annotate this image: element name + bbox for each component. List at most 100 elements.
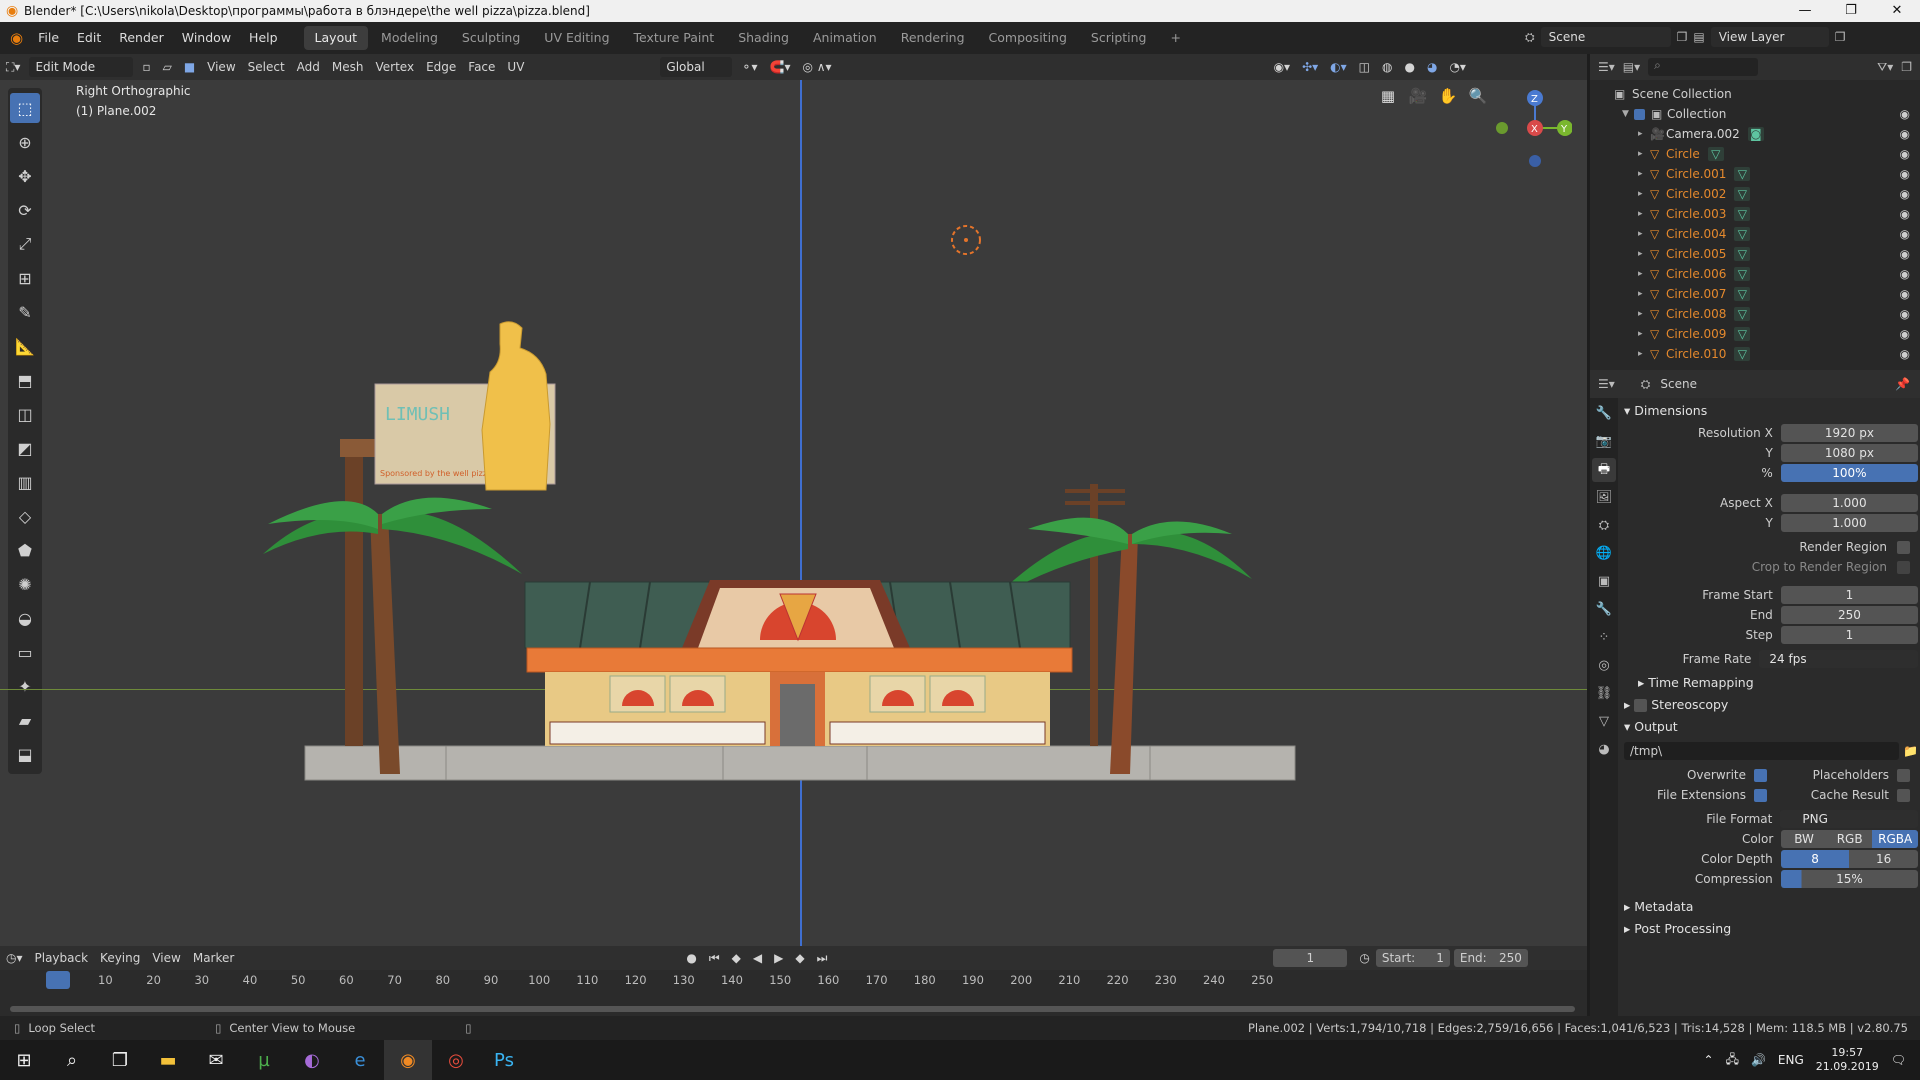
menu-select[interactable]: Select bbox=[242, 54, 291, 80]
properties-type-icon[interactable]: ☰▾ bbox=[1598, 377, 1615, 391]
view-layer-selector[interactable]: View Layer bbox=[1710, 27, 1829, 47]
resolution-x-field[interactable]: 1920 px bbox=[1780, 424, 1918, 442]
timeline-scrollbar[interactable] bbox=[10, 1006, 1575, 1012]
visibility-eye-icon[interactable]: ◉ bbox=[1900, 127, 1910, 141]
windows-start-icon[interactable]: ⊞ bbox=[0, 1040, 48, 1080]
pin-icon[interactable]: 📌 bbox=[1895, 377, 1910, 391]
jump-end-icon[interactable]: ⏭ bbox=[811, 945, 834, 971]
bevel-icon[interactable]: ◩ bbox=[10, 433, 40, 463]
post-processing-panel-header[interactable]: ▸ Post Processing bbox=[1624, 918, 1918, 940]
playhead[interactable] bbox=[46, 971, 70, 989]
visibility-eye-icon[interactable]: ◉ bbox=[1900, 147, 1910, 161]
expand-arrow-icon[interactable]: ▼ bbox=[1622, 109, 1634, 119]
view-layer-tab-icon[interactable]: 🖼 bbox=[1592, 486, 1616, 510]
expand-arrow-icon[interactable]: ▸ bbox=[1638, 329, 1650, 339]
display-mode-icon[interactable]: ▤▾ bbox=[1623, 60, 1640, 74]
outliner-item[interactable]: ▸ ▽ Circle.001 ▽ ◉ bbox=[1614, 164, 1920, 184]
proportional-edit-icon[interactable]: ◎ ∧▾ bbox=[796, 54, 837, 80]
resolution-y-field[interactable]: 1080 px bbox=[1780, 444, 1918, 462]
shrink-fatten-icon[interactable]: ✦ bbox=[10, 671, 40, 701]
depth-8-button[interactable]: 8 bbox=[1780, 850, 1850, 868]
timeline-ruler[interactable]: 1102030405060708090100110120130140150160… bbox=[0, 970, 1587, 990]
outliner-type-icon[interactable]: ☰▾ bbox=[1598, 60, 1615, 74]
timeline-type-icon[interactable]: ◷▾ bbox=[0, 945, 29, 971]
tab-scripting[interactable]: Scripting bbox=[1080, 26, 1158, 50]
expand-arrow-icon[interactable]: ▸ bbox=[1638, 169, 1650, 179]
scene-collection-row[interactable]: ▣ Scene Collection bbox=[1614, 84, 1920, 104]
face-select-icon[interactable]: ■ bbox=[178, 54, 201, 80]
cache-result-checkbox[interactable] bbox=[1897, 788, 1910, 802]
color-rgb-button[interactable]: RGB bbox=[1826, 830, 1873, 848]
jump-start-icon[interactable]: ⏮ bbox=[703, 945, 726, 971]
mesh-data-icon[interactable]: ▽ bbox=[1734, 287, 1751, 301]
material-shading-icon[interactable]: ◕ bbox=[1421, 54, 1443, 80]
select-box-icon[interactable]: ⬚ bbox=[10, 93, 40, 123]
transform-icon[interactable]: ⊞ bbox=[10, 263, 40, 293]
menu-render[interactable]: Render bbox=[110, 22, 173, 54]
rendered-shading-icon[interactable]: ◔▾ bbox=[1443, 54, 1472, 80]
material-tab-icon[interactable]: ◕ bbox=[1592, 738, 1616, 762]
task-view-icon[interactable]: ❐ bbox=[96, 1040, 144, 1080]
outliner-item[interactable]: ▸ ▽ Circle.003 ▽ ◉ bbox=[1614, 204, 1920, 224]
scene-selector[interactable]: Scene bbox=[1540, 27, 1671, 47]
chrome-icon[interactable]: ◎ bbox=[432, 1040, 480, 1080]
scale-icon[interactable]: ⤢ bbox=[10, 229, 40, 259]
neg-z-axis-icon[interactable] bbox=[1529, 155, 1541, 167]
network-icon[interactable]: 🖧 bbox=[1726, 1050, 1739, 1071]
next-keyframe-icon[interactable]: ◆ bbox=[789, 945, 810, 971]
expand-arrow-icon[interactable]: ▸ bbox=[1638, 249, 1650, 259]
output-tab-icon[interactable]: 🖶 bbox=[1592, 458, 1616, 482]
mode-selector[interactable]: Edit Mode bbox=[29, 57, 134, 77]
expand-arrow-icon[interactable]: ▸ bbox=[1638, 269, 1650, 279]
mesh-data-icon[interactable]: ▽ bbox=[1707, 147, 1724, 161]
physics-tab-icon[interactable]: ◎ bbox=[1592, 654, 1616, 678]
tab-compositing[interactable]: Compositing bbox=[978, 26, 1078, 50]
play-reverse-icon[interactable]: ◀ bbox=[747, 945, 768, 971]
clock[interactable]: 19:57 21.09.2019 bbox=[1816, 1046, 1879, 1074]
outliner-item[interactable]: ▸ 🎥 Camera.002 ◙ ◉ bbox=[1614, 124, 1920, 144]
expand-arrow-icon[interactable]: ▸ bbox=[1638, 229, 1650, 239]
menu-uv[interactable]: UV bbox=[501, 54, 530, 80]
visibility-eye-icon[interactable]: ◉ bbox=[1900, 167, 1910, 181]
maximize-button[interactable]: ❐ bbox=[1828, 0, 1874, 22]
transform-orientation-selector[interactable]: Global bbox=[660, 57, 733, 77]
rotate-icon[interactable]: ⟳ bbox=[10, 195, 40, 225]
outliner-item[interactable]: ▸ ▽ Circle.006 ▽ ◉ bbox=[1614, 264, 1920, 284]
menu-edge[interactable]: Edge bbox=[420, 54, 462, 80]
outliner-item[interactable]: ▸ ▽ Circle.004 ▽ ◉ bbox=[1614, 224, 1920, 244]
annotate-icon[interactable]: ✎ bbox=[10, 297, 40, 327]
dimensions-panel-header[interactable]: ▾ Dimensions bbox=[1624, 400, 1918, 422]
blender-menu-icon[interactable]: ◉ bbox=[10, 29, 23, 47]
outliner-item[interactable]: ▸ ▽ Circle.008 ▽ ◉ bbox=[1614, 304, 1920, 324]
gizmo-toggle-icon[interactable]: ✣▾ bbox=[1296, 54, 1324, 80]
camera-view-icon[interactable]: 🎥 bbox=[1406, 84, 1430, 108]
mesh-data-icon[interactable]: ▽ bbox=[1734, 247, 1751, 261]
knife-icon[interactable]: ◇ bbox=[10, 501, 40, 531]
utorrent-icon[interactable]: µ bbox=[240, 1040, 288, 1080]
outliner-item[interactable]: ▸ ▽ Circle ▽ ◉ bbox=[1614, 144, 1920, 164]
output-path-input[interactable]: /tmp\ bbox=[1624, 742, 1900, 760]
visibility-eye-icon[interactable]: ◉ bbox=[1900, 347, 1910, 361]
preview-range-icon[interactable]: ◷ bbox=[1353, 945, 1375, 971]
visibility-eye-icon[interactable]: ◉ bbox=[1900, 187, 1910, 201]
stereoscopy-panel-header[interactable]: ▸ Stereoscopy bbox=[1624, 694, 1918, 716]
axis-gizmo[interactable]: Z X Y bbox=[1480, 82, 1572, 192]
menu-view[interactable]: View bbox=[201, 54, 241, 80]
start-frame-field[interactable]: Start: 1 bbox=[1375, 949, 1450, 967]
visibility-eye-icon[interactable]: ◉ bbox=[1900, 267, 1910, 281]
color-bw-button[interactable]: BW bbox=[1781, 830, 1827, 848]
edge-slide-icon[interactable]: ▭ bbox=[10, 637, 40, 667]
file-explorer-icon[interactable]: ▬ bbox=[144, 1040, 192, 1080]
frame-rate-dropdown[interactable]: 24 fps bbox=[1759, 650, 1918, 668]
volume-icon[interactable]: 🔊 bbox=[1751, 1053, 1766, 1067]
expand-arrow-icon[interactable]: ▸ bbox=[1638, 309, 1650, 319]
notifications-icon[interactable]: 🗨 bbox=[1891, 1053, 1906, 1067]
mesh-data-icon[interactable]: ▽ bbox=[1734, 187, 1751, 201]
edge-select-icon[interactable]: ▱ bbox=[157, 54, 178, 80]
world-tab-icon[interactable]: 🌐 bbox=[1592, 542, 1616, 566]
overlays-toggle-icon[interactable]: ◐▾ bbox=[1324, 54, 1353, 80]
mail-icon[interactable]: ✉ bbox=[192, 1040, 240, 1080]
aspect-y-field[interactable]: 1.000 bbox=[1780, 514, 1918, 532]
loop-cut-icon[interactable]: ▥ bbox=[10, 467, 40, 497]
resolution-percent-slider[interactable]: 100% bbox=[1780, 464, 1918, 482]
